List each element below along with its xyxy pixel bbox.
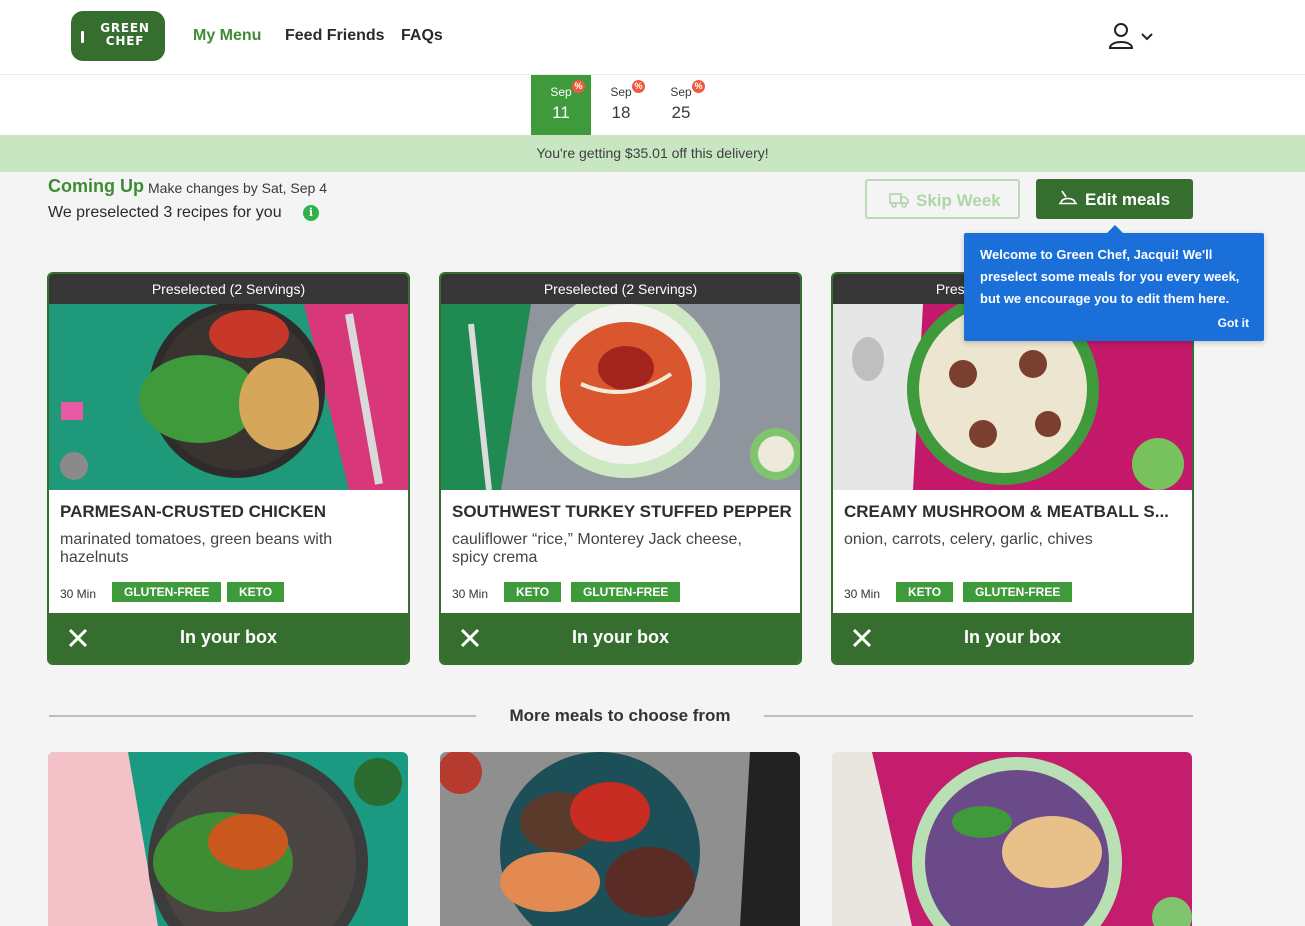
discount-badge-icon: % — [572, 80, 585, 93]
week-day: 11 — [552, 103, 570, 122]
truck-icon — [889, 193, 909, 208]
week-tab-sep-25[interactable]: Sep 25 % — [651, 75, 711, 135]
week-day: 18 — [611, 103, 631, 122]
more-meal-card[interactable] — [440, 752, 800, 926]
recipe-title: SOUTHWEST TURKEY STUFFED PEPPERS — [452, 502, 792, 521]
tag-badge: GLUTEN-FREE — [571, 582, 681, 602]
tag-badge: KETO — [227, 582, 285, 602]
meal-image — [832, 752, 1192, 926]
divider-line — [49, 715, 476, 717]
onboarding-tooltip: Welcome to Green Chef, Jacqui! We'll pre… — [964, 225, 1264, 341]
logo-mark — [81, 31, 84, 43]
recipe-description: cauliflower “rice,” Monterey Jack cheese… — [452, 531, 742, 566]
chevron-down-icon — [1141, 33, 1153, 41]
in-your-box-bar[interactable]: In your box — [49, 613, 408, 663]
delivery-week-tabs: Sep 11 % Sep 18 % Sep 25 % — [0, 75, 1305, 135]
tag-badge: GLUTEN-FREE — [963, 582, 1073, 602]
recipe-title: PARMESAN-CRUSTED CHICKEN — [60, 502, 327, 521]
got-it-button[interactable]: Got it — [1218, 316, 1249, 330]
skip-week-label: Skip Week — [916, 191, 1001, 210]
cloche-icon — [1059, 190, 1077, 205]
deadline-text: Make changes by Sat, Sep 4 — [148, 180, 327, 196]
more-meal-card[interactable] — [48, 752, 408, 926]
discount-banner: You're getting $35.01 off this delivery! — [0, 135, 1305, 172]
coming-up-heading: Coming Up — [48, 176, 144, 196]
more-meals-heading: More meals to choose from — [509, 706, 731, 725]
recipe-image — [49, 304, 408, 490]
in-your-box-label: In your box — [179, 627, 277, 647]
recipe-title: CREAMY MUSHROOM & MEATBALL S... — [844, 502, 1169, 521]
recipe-card[interactable]: Preselected (2 Servings) SOUTHWEST TURKE… — [439, 272, 802, 665]
logo-text: GREEN CHEF — [100, 21, 150, 48]
meal-image — [440, 752, 800, 926]
meal-image — [48, 752, 408, 926]
more-meal-card[interactable] — [832, 752, 1192, 926]
in-your-box-bar[interactable]: In your box — [833, 613, 1192, 663]
in-your-box-label: In your box — [963, 627, 1061, 647]
tag-badge: GLUTEN-FREE — [112, 582, 222, 602]
recipe-card[interactable]: Preselected (2 Servings) PARMESAN-CRUSTE… — [47, 272, 410, 665]
discount-badge-icon: % — [632, 80, 645, 93]
cook-time: 30 Min — [452, 587, 489, 601]
nav-my-menu[interactable]: My Menu — [193, 27, 261, 45]
tooltip-message: Welcome to Green Chef, Jacqui! We'll pre… — [980, 247, 1240, 306]
preselected-ribbon: Preselected (2 Servings) — [49, 274, 408, 304]
recipe-image — [441, 304, 800, 490]
info-icon[interactable]: i — [303, 205, 319, 221]
in-your-box-label: In your box — [571, 627, 669, 647]
green-chef-logo[interactable]: GREEN CHEF — [71, 11, 165, 61]
preselected-text: We preselected 3 recipes for you — [48, 204, 282, 221]
nav-feed-friends[interactable]: Feed Friends — [285, 27, 385, 45]
edit-meals-label: Edit meals — [1085, 190, 1171, 209]
skip-week-button[interactable]: Skip Week — [865, 179, 1020, 219]
recipe-description: onion, carrots, celery, garlic, chives — [844, 531, 1093, 548]
nav-faqs[interactable]: FAQs — [401, 27, 443, 45]
week-day: 25 — [671, 103, 691, 122]
tag-badge: KETO — [896, 582, 954, 602]
discount-badge-icon: % — [692, 80, 705, 93]
top-header: GREEN CHEF My Menu Feed Friends FAQs — [0, 0, 1305, 75]
user-icon — [1108, 23, 1134, 49]
edit-meals-button[interactable]: Edit meals — [1036, 179, 1193, 219]
cook-time: 30 Min — [844, 587, 881, 601]
account-menu[interactable] — [1108, 22, 1158, 50]
week-tab-sep-11[interactable]: Sep 11 % — [531, 75, 591, 135]
cook-time: 30 Min — [60, 587, 97, 601]
in-your-box-bar[interactable]: In your box — [441, 613, 800, 663]
preselected-ribbon: Preselected (2 Servings) — [441, 274, 800, 304]
tag-badge: KETO — [504, 582, 562, 602]
divider-line — [764, 715, 1193, 717]
week-tab-sep-18[interactable]: Sep 18 % — [591, 75, 651, 135]
recipe-description: marinated tomatoes, green beans with haz… — [60, 531, 333, 566]
